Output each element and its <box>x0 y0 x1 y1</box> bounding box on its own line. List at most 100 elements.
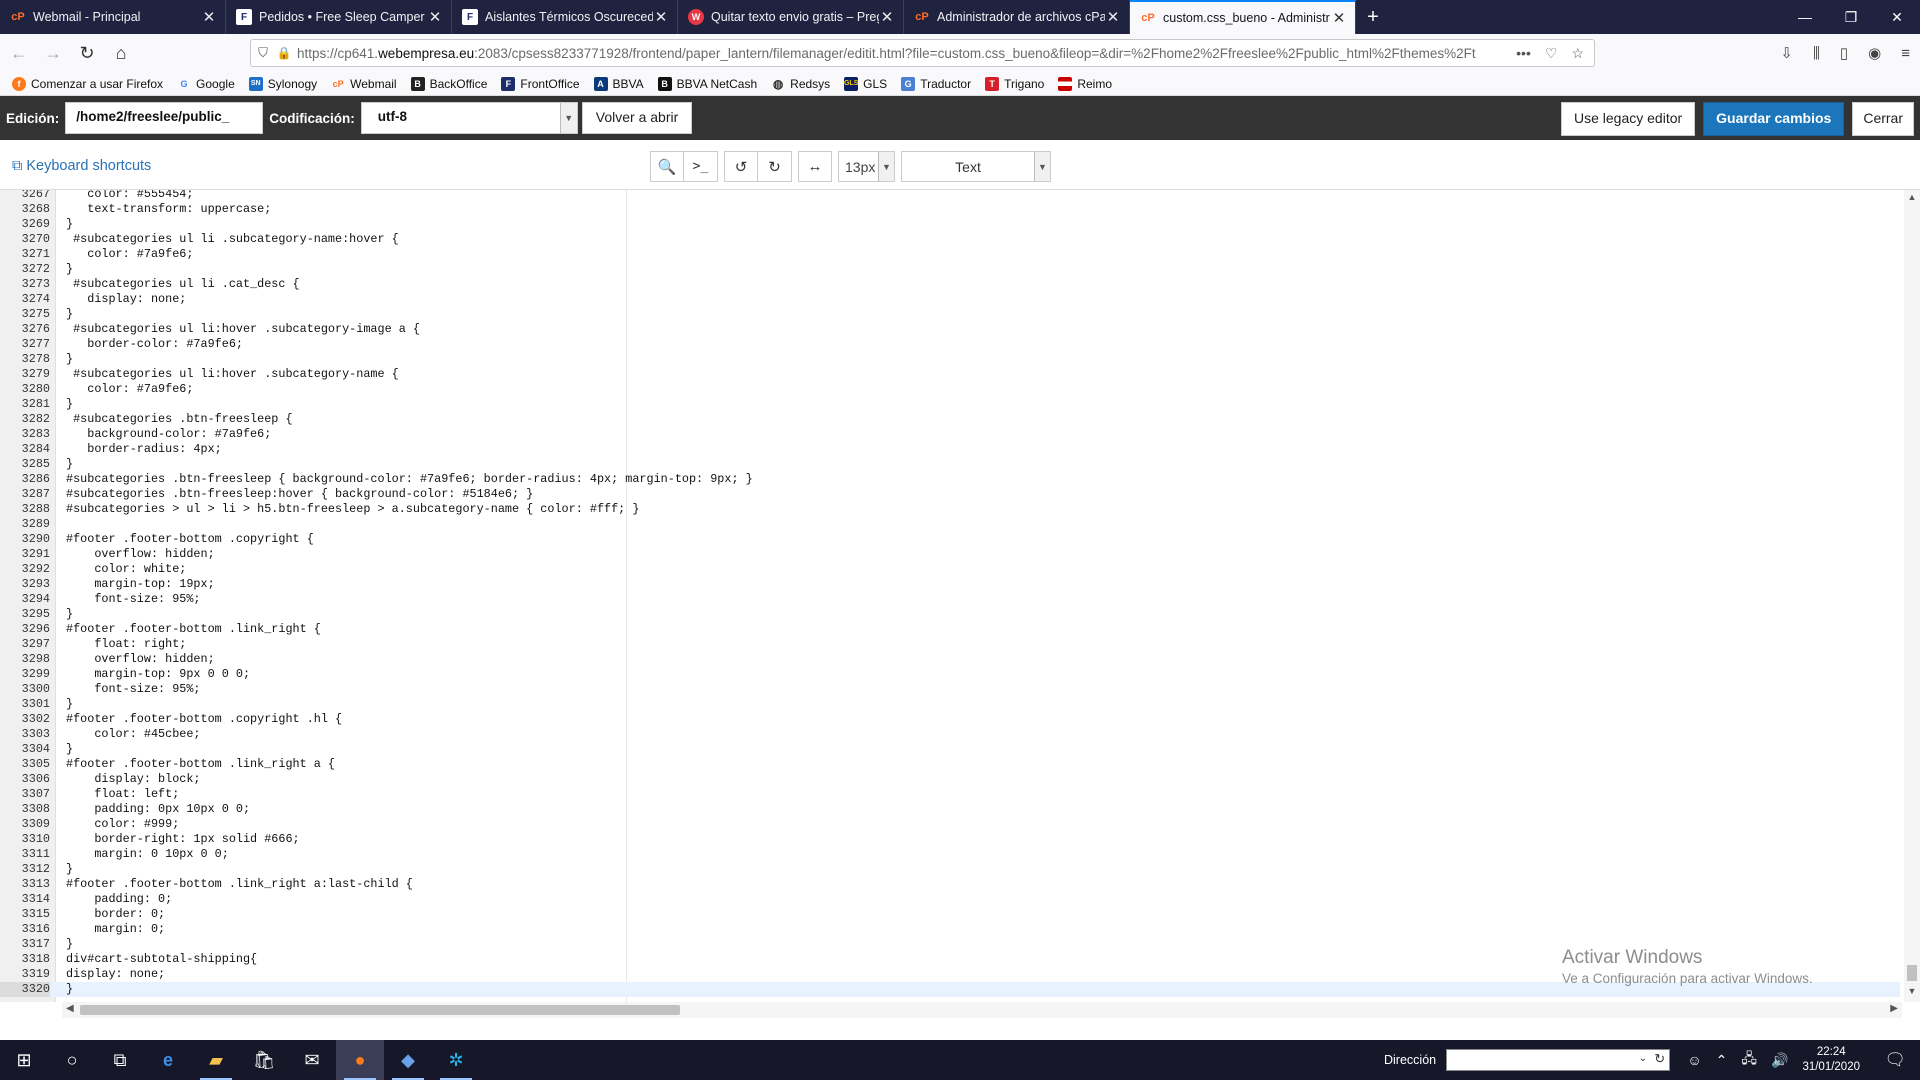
code-line[interactable]: 3287 #subcategories .btn-freesleep:hover … <box>0 487 1900 502</box>
legacy-editor-button[interactable]: Use legacy editor <box>1561 102 1696 136</box>
close-button[interactable]: Cerrar <box>1852 102 1914 136</box>
code-text[interactable]: } <box>66 697 73 712</box>
scrollbar-thumb[interactable] <box>80 1005 680 1015</box>
code-text[interactable]: color: #999; <box>66 817 179 832</box>
code-text[interactable]: padding: 0; <box>66 892 172 907</box>
scroll-left-icon[interactable]: ◀ <box>66 1003 74 1014</box>
code-text[interactable]: float: right; <box>66 637 186 652</box>
url-text[interactable]: https://cp641.webempresa.eu:2083/cpsess8… <box>293 46 1516 61</box>
code-line[interactable]: 3301} <box>0 697 1900 712</box>
back-arrow-icon[interactable]: ← <box>4 38 34 68</box>
store-icon[interactable]: 🛍 <box>240 1040 288 1080</box>
code-line[interactable]: 3288 #subcategories > ul > li > h5.btn-fr… <box>0 502 1900 517</box>
code-line[interactable]: 3308 padding: 0px 10px 0 0; <box>0 802 1900 817</box>
code-line[interactable]: 3312} <box>0 862 1900 877</box>
code-line[interactable]: 3278} <box>0 352 1900 367</box>
code-text[interactable]: text-transform: uppercase; <box>66 202 271 217</box>
code-text[interactable]: display: none; <box>66 292 186 307</box>
code-text[interactable]: #subcategories ul li:hover .subcategory-… <box>66 322 420 337</box>
code-text[interactable]: } <box>66 352 73 367</box>
code-line[interactable]: 3293 margin-top: 19px; <box>0 577 1900 592</box>
code-text[interactable]: div#cart-subtotal-shipping{ <box>66 952 257 967</box>
code-text[interactable]: #footer .footer-bottom .copyright .hl { <box>66 712 342 727</box>
code-text[interactable]: font-size: 95%; <box>66 682 200 697</box>
vertical-scrollbar[interactable]: ▲ ▼ <box>1904 190 1920 1002</box>
scrollbar-thumb[interactable] <box>1907 965 1917 981</box>
code-line[interactable]: 3282 #subcategories .btn-freesleep { <box>0 412 1900 427</box>
undo-icon[interactable]: ↺ <box>724 151 758 182</box>
bookmark-item[interactable]: cP Webmail <box>331 77 397 91</box>
redo-icon[interactable]: ↻ <box>758 151 792 182</box>
code-text[interactable]: border-color: #7a9fe6; <box>66 337 243 352</box>
code-text[interactable]: display: block; <box>66 772 200 787</box>
code-text[interactable]: color: #7a9fe6; <box>66 382 193 397</box>
bookmark-item[interactable]: T Trigano <box>985 76 1044 91</box>
downloads-icon[interactable]: ⇩ <box>1780 44 1793 62</box>
new-tab-button[interactable]: + <box>1356 0 1390 34</box>
code-text[interactable]: overflow: hidden; <box>66 547 214 562</box>
code-text[interactable]: margin-top: 19px; <box>66 577 214 592</box>
app-icon[interactable]: ✲ <box>432 1040 480 1080</box>
code-line[interactable]: 3302 #footer .footer-bottom .copyright .h… <box>0 712 1900 727</box>
close-tab-icon[interactable]: ✕ <box>427 8 443 26</box>
code-text[interactable]: overflow: hidden; <box>66 652 214 667</box>
code-line[interactable]: 3273 #subcategories ul li .cat_desc { <box>0 277 1900 292</box>
code-text[interactable]: border-right: 1px solid #666; <box>66 832 299 847</box>
code-line[interactable]: 3300 font-size: 95%; <box>0 682 1900 697</box>
code-line[interactable]: 3291 overflow: hidden; <box>0 547 1900 562</box>
code-line[interactable]: 3286 #subcategories .btn-freesleep { back… <box>0 472 1900 487</box>
code-text[interactable]: margin-top: 9px 0 0 0; <box>66 667 250 682</box>
bookmark-item[interactable]: ◍ Redsys <box>771 77 830 91</box>
bookmark-item[interactable]: A BBVA <box>593 76 644 91</box>
code-line[interactable]: 3274 display: none; <box>0 292 1900 307</box>
edge-icon[interactable]: e <box>144 1040 192 1080</box>
scroll-right-icon[interactable]: ▶ <box>1890 1003 1898 1014</box>
code-line[interactable]: 3290 #footer .footer-bottom .copyright { <box>0 532 1900 547</box>
code-text[interactable]: } <box>66 262 73 277</box>
pocket-icon[interactable]: ♡ <box>1545 45 1558 62</box>
keyboard-shortcuts-link[interactable]: ⧉ Keyboard shortcuts <box>12 158 151 174</box>
file-explorer-icon[interactable]: ▰ <box>192 1040 240 1080</box>
font-size-select[interactable]: 13px ▼ <box>838 151 895 182</box>
menu-hamburger-icon[interactable]: ≡ <box>1901 45 1910 62</box>
code-line[interactable]: 3297 float: right; <box>0 637 1900 652</box>
minimize-icon[interactable]: — <box>1782 0 1828 34</box>
word-wrap-icon[interactable]: ↔ <box>798 151 832 182</box>
code-text[interactable]: } <box>66 607 73 622</box>
browser-tab-active[interactable]: cP custom.css_bueno - Administr ✕ <box>1130 0 1356 34</box>
code-line[interactable]: 3271 color: #7a9fe6; <box>0 247 1900 262</box>
code-text[interactable]: #footer .footer-bottom .link_right a:las… <box>66 877 413 892</box>
task-view-icon[interactable]: ⧉ <box>96 1040 144 1080</box>
code-line[interactable]: 3311 margin: 0 10px 0 0; <box>0 847 1900 862</box>
reload-icon[interactable]: ↻ <box>72 38 102 68</box>
code-text[interactable]: padding: 0px 10px 0 0; <box>66 802 250 817</box>
network-icon[interactable]: 🖧 <box>1741 1048 1757 1072</box>
code-line[interactable]: 3268 text-transform: uppercase; <box>0 202 1900 217</box>
code-line[interactable]: 3313 #footer .footer-bottom .link_right a… <box>0 877 1900 892</box>
browser-tab[interactable]: cP Webmail - Principal ✕ <box>0 0 226 34</box>
notifications-icon[interactable]: 🗨 <box>1884 1050 1906 1070</box>
people-icon[interactable]: ☺ <box>1687 1052 1701 1068</box>
clock[interactable]: 22:24 31/01/2020 <box>1802 1045 1860 1075</box>
home-icon[interactable]: ⌂ <box>106 38 136 68</box>
code-line[interactable]: 3296 #footer .footer-bottom .link_right { <box>0 622 1900 637</box>
code-line[interactable]: 3279 #subcategories ul li:hover .subcate… <box>0 367 1900 382</box>
code-line[interactable]: 3283 background-color: #7a9fe6; <box>0 427 1900 442</box>
encoding-select[interactable]: utf-8 ▼ <box>360 102 578 134</box>
bookmark-item[interactable]: F FrontOffice <box>501 76 580 91</box>
code-line[interactable]: 3303 color: #45cbee; <box>0 727 1900 742</box>
library-icon[interactable]: ⫼ <box>1813 45 1820 62</box>
restore-icon[interactable]: ❐ <box>1828 0 1874 34</box>
code-text[interactable]: } <box>66 862 73 877</box>
volume-icon[interactable]: 🔊 <box>1771 1052 1788 1069</box>
code-text[interactable]: border: 0; <box>66 907 165 922</box>
code-text[interactable]: font-size: 95%; <box>66 592 200 607</box>
code-text[interactable]: #subcategories .btn-freesleep:hover { ba… <box>66 487 533 502</box>
code-text[interactable]: margin: 0 10px 0 0; <box>66 847 229 862</box>
bookmark-item[interactable]: Reimo <box>1058 76 1112 91</box>
code-line[interactable]: 3298 overflow: hidden; <box>0 652 1900 667</box>
code-text[interactable]: } <box>66 397 73 412</box>
code-text[interactable]: #footer .footer-bottom .copyright { <box>66 532 314 547</box>
code-editor[interactable]: 3267 color: #555454; 3268 text-transform:… <box>0 190 1920 1002</box>
thunderbird-icon[interactable]: ◆ <box>384 1040 432 1080</box>
